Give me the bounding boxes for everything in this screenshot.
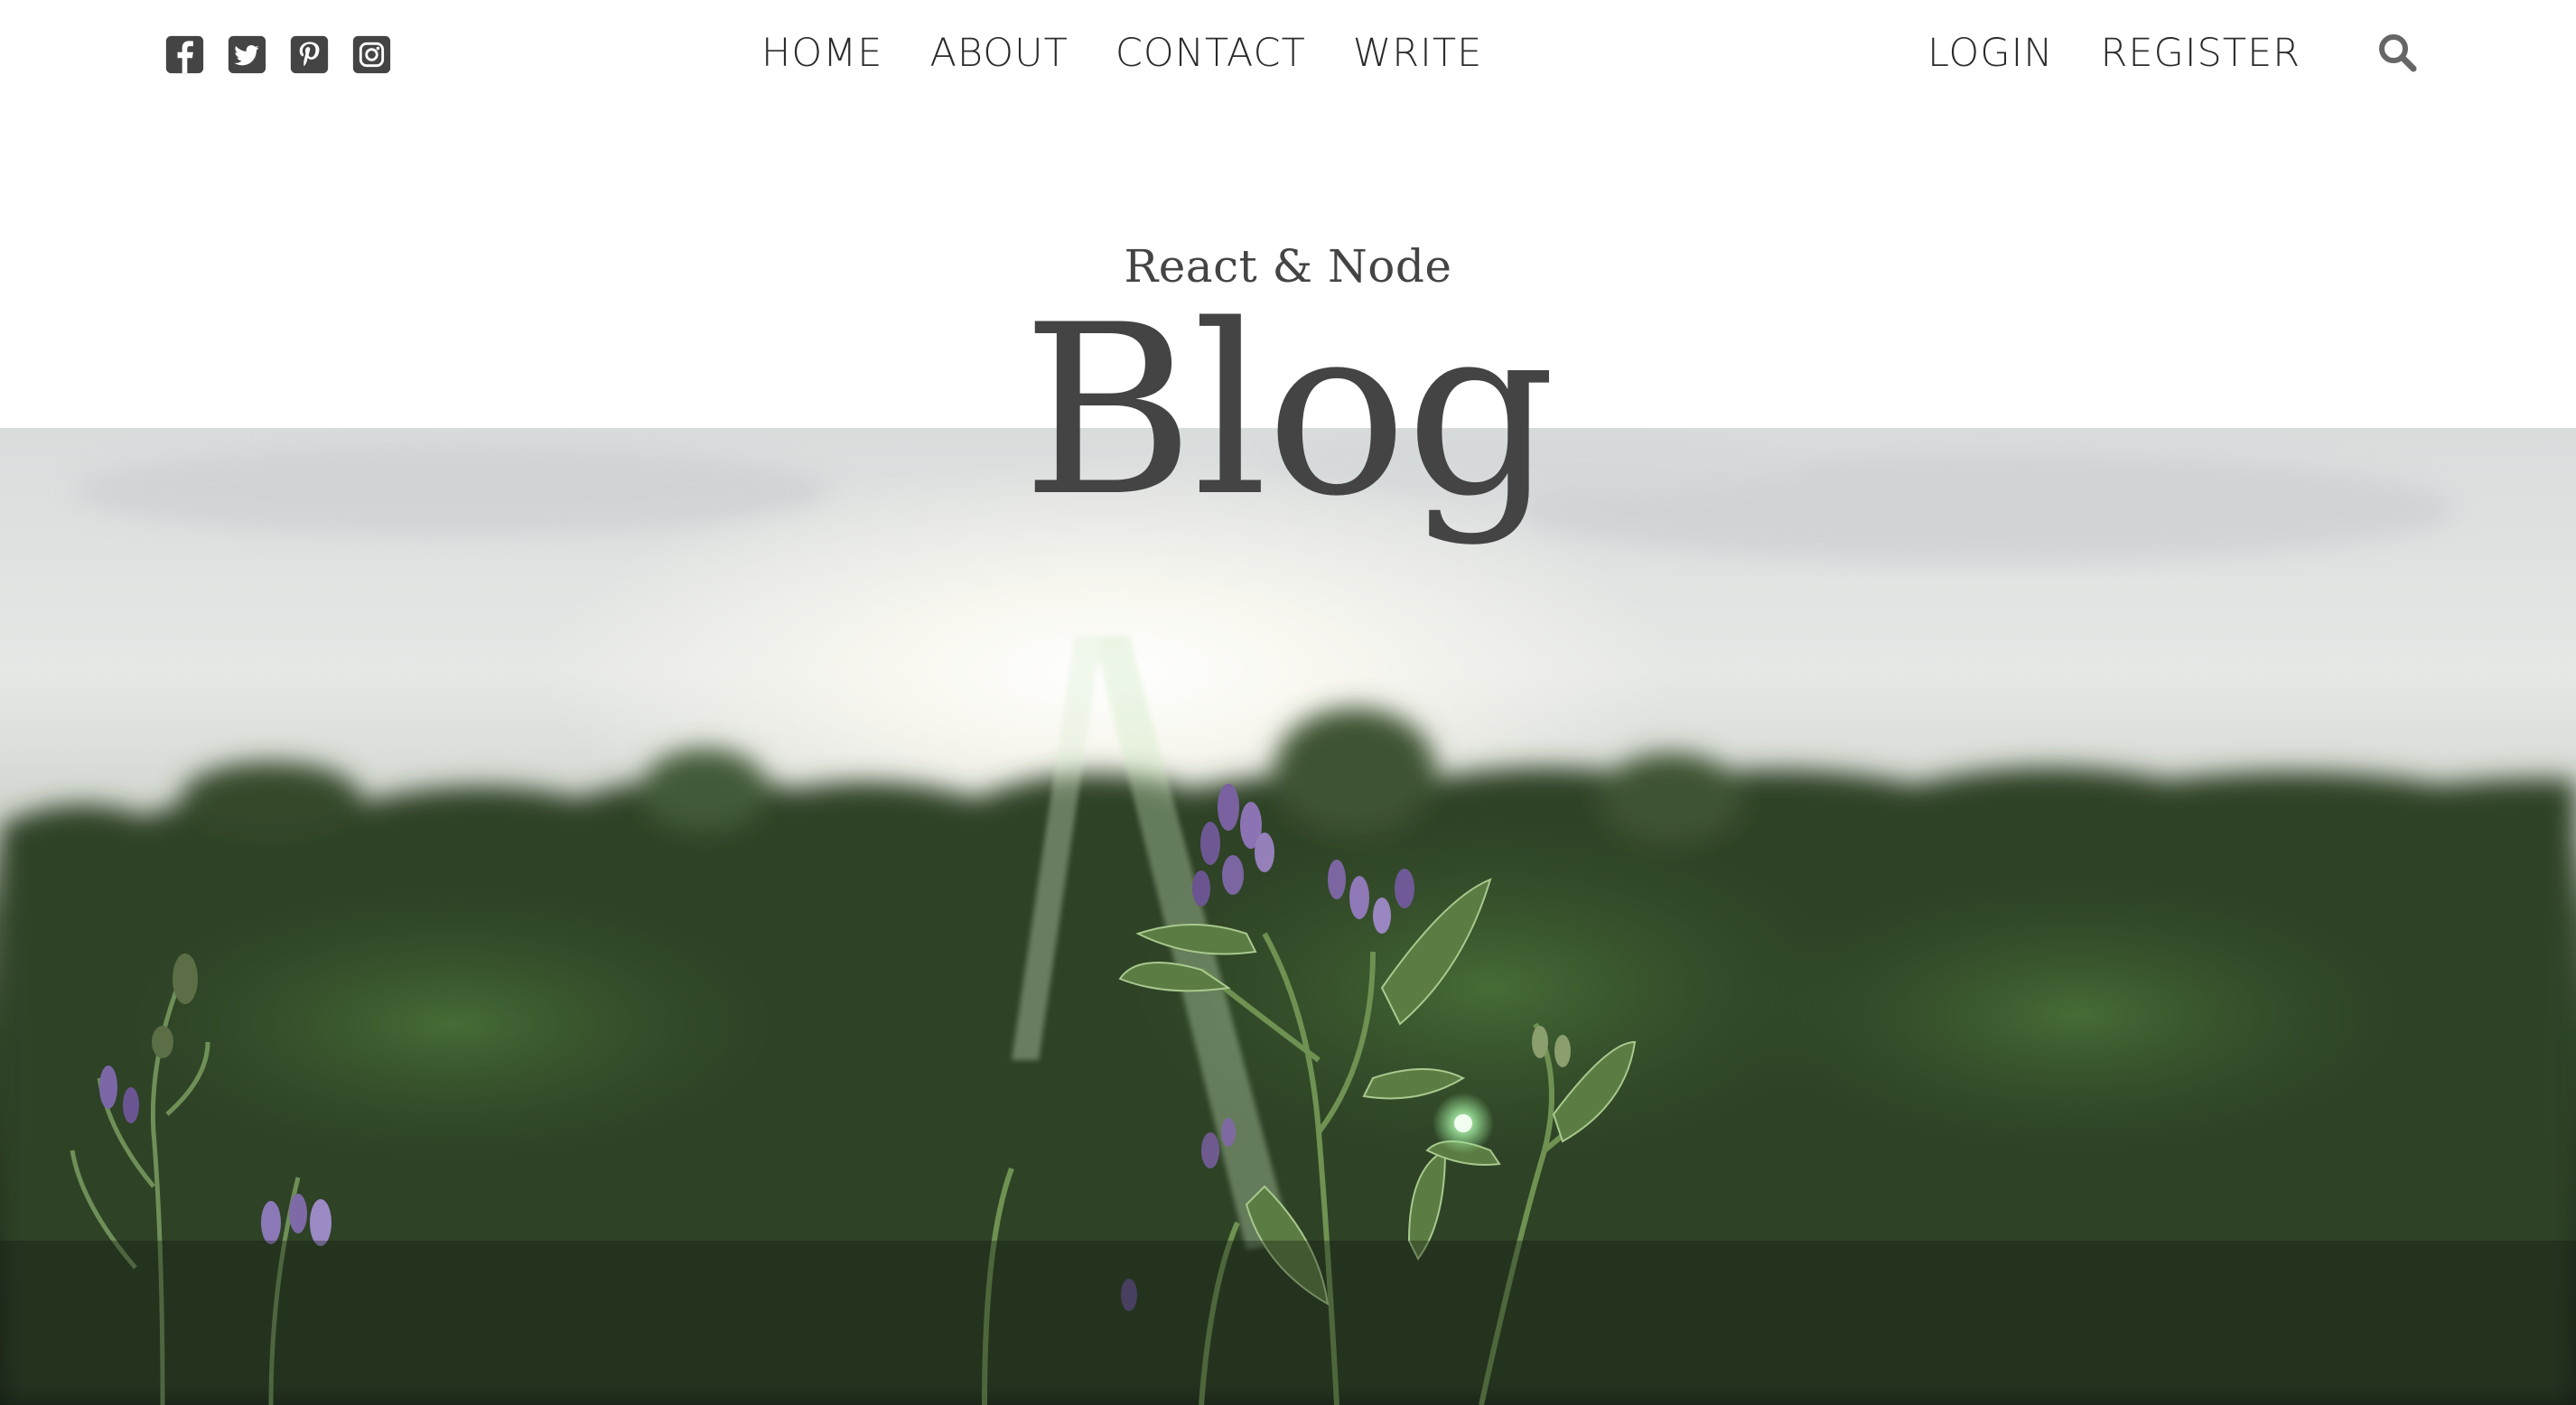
main-nav: HOME ABOUT CONTACT WRITE (761, 23, 1482, 83)
nav-write-link[interactable]: WRITE (1353, 31, 1483, 76)
hero-image (0, 428, 2576, 1405)
facebook-square-icon[interactable] (164, 34, 205, 75)
nav-contact-link[interactable]: CONTACT (1115, 31, 1306, 76)
header-title: Blog (1022, 275, 1555, 548)
auth-nav: LOGIN REGISTER (1927, 23, 2301, 83)
search-icon[interactable] (2375, 31, 2419, 74)
twitter-square-icon[interactable] (227, 34, 267, 75)
top-navbar: HOME ABOUT CONTACT WRITE LOGIN REGISTER (0, 0, 2576, 108)
pinterest-square-icon[interactable] (289, 34, 330, 75)
nav-login-link[interactable]: LOGIN (1927, 31, 2053, 76)
nav-register-link[interactable]: REGISTER (2100, 31, 2301, 76)
social-links (164, 33, 392, 76)
instagram-icon[interactable] (351, 34, 392, 75)
nav-about-link[interactable]: ABOUT (929, 31, 1068, 76)
nav-home-link[interactable]: HOME (761, 31, 882, 76)
header-titles: React & Node Blog (0, 244, 2576, 529)
